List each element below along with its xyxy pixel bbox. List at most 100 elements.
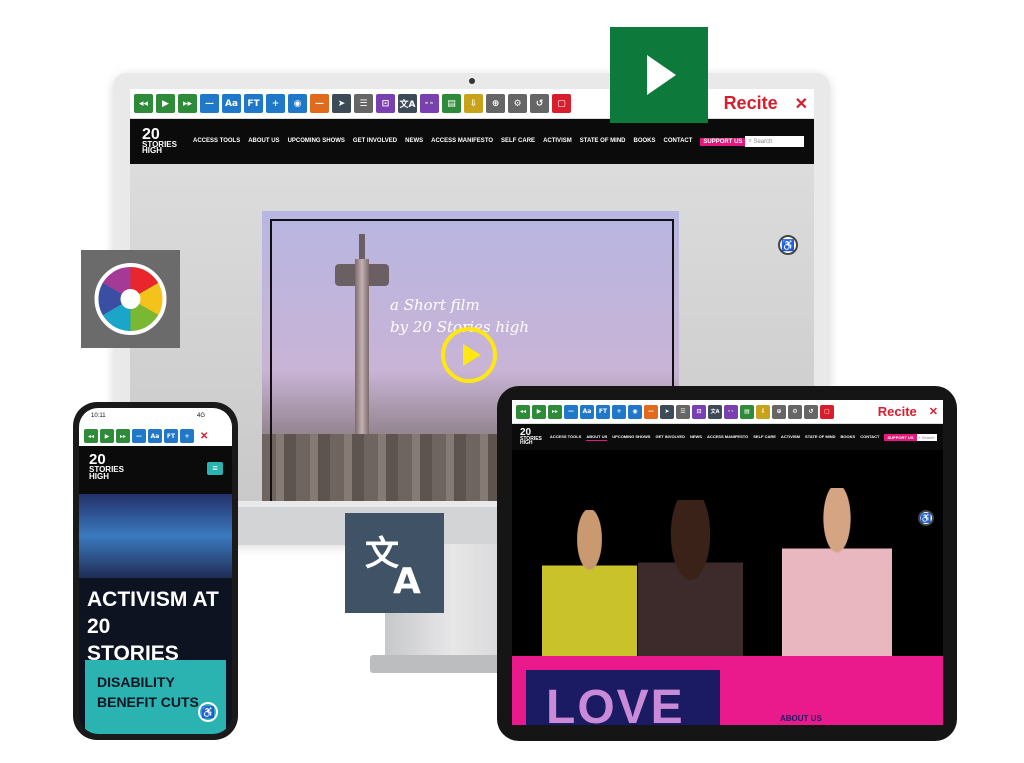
ipad-exit-button[interactable]: ▢: [820, 404, 834, 419]
ipad-site-header: 20 STORIES HIGH ACCESS TOOLS ABOUT US UP…: [512, 424, 943, 450]
nav-news[interactable]: NEWS: [405, 138, 423, 146]
search-input[interactable]: ⌕ Search: [745, 136, 804, 147]
nav-access-manifesto[interactable]: ACCESS MANIFESTO: [431, 138, 493, 146]
ipad-color-wheel-button[interactable]: ◉: [628, 404, 642, 419]
ipad-reading-glasses-button[interactable]: 👓: [724, 404, 738, 419]
ipad-search-input[interactable]: ⌕ Search: [916, 433, 937, 441]
ipad-reset-button[interactable]: ↺: [804, 404, 818, 419]
nav-books[interactable]: BOOKS: [634, 138, 656, 146]
ipad-dictionary-button[interactable]: ⊡: [692, 404, 706, 419]
ipad-font-type-button[interactable]: FT: [596, 404, 610, 419]
site-logo[interactable]: 20 STORIES HIGH: [142, 127, 177, 155]
margins-button[interactable]: —: [310, 94, 329, 113]
color-wheel-icon: [94, 263, 167, 335]
ipad-recite-logo: Recite: [877, 404, 917, 419]
translate-button[interactable]: 文A: [398, 94, 417, 113]
color-wheel-button[interactable]: ◉: [288, 94, 307, 113]
ipad-nav-upcoming-shows[interactable]: UPCOMING SHOWS: [612, 434, 650, 441]
accessibility-icon[interactable]: ♿: [778, 235, 798, 255]
ipad-settings-button[interactable]: ⚙: [788, 404, 802, 419]
ipad-play-button[interactable]: ▶: [532, 404, 546, 419]
ipad-ruler-button[interactable]: ☰: [676, 404, 690, 419]
hamburger-menu-icon[interactable]: ≡: [207, 462, 223, 475]
ipad-text-only-button[interactable]: ▤: [740, 404, 754, 419]
ipad-nav-activism[interactable]: ACTIVISM: [781, 434, 800, 441]
phone-text-size-button[interactable]: Aa: [148, 429, 162, 443]
phone-site-logo[interactable]: 20 STORIES HIGH: [89, 452, 124, 480]
increase-text-button[interactable]: +: [266, 94, 285, 113]
nav-access-tools[interactable]: ACCESS TOOLS: [193, 138, 240, 146]
phone-close-icon[interactable]: ✕: [200, 431, 208, 442]
ipad-rewind-button[interactable]: ◂◂: [516, 404, 530, 419]
ipad-support-us-button[interactable]: SUPPORT US: [884, 433, 917, 441]
settings-button[interactable]: ⚙: [508, 94, 527, 113]
play-button[interactable]: ▶: [156, 94, 175, 113]
ipad-hero-photo: ♿: [512, 450, 943, 656]
nav-state-of-mind[interactable]: STATE OF MIND: [580, 138, 626, 146]
nav-contact[interactable]: CONTACT: [664, 138, 693, 146]
ipad-pink-band: LOVE ABOUT US: [512, 656, 943, 725]
translate-badge: 文 A: [345, 513, 444, 613]
ipad-nav-self-care[interactable]: SELF CARE: [753, 434, 776, 441]
phone-decrease-text-button[interactable]: —: [132, 429, 146, 443]
phone-play-button[interactable]: ▶: [100, 429, 114, 443]
font-type-button[interactable]: FT: [244, 94, 263, 113]
performer-center: [638, 500, 743, 656]
svg-text:A: A: [393, 561, 421, 602]
phone-status-bar: 10:11 4G: [79, 408, 232, 426]
text-size-button[interactable]: Aa: [222, 94, 241, 113]
ipad-download-button[interactable]: ⇩: [756, 404, 770, 419]
play-icon: [647, 55, 676, 95]
ipad-about-label[interactable]: ABOUT US: [780, 714, 822, 723]
phone-font-type-button[interactable]: FT: [164, 429, 178, 443]
cursor-button[interactable]: ➤: [332, 94, 351, 113]
ipad-forward-button[interactable]: ▸▸: [548, 404, 562, 419]
forward-button[interactable]: ▸▸: [178, 94, 197, 113]
ipad-cursor-button[interactable]: ➤: [660, 404, 674, 419]
close-icon[interactable]: ✕: [795, 94, 808, 114]
ipad-nav-access-tools[interactable]: ACCESS TOOLS: [550, 434, 582, 441]
phone-card[interactable]: DISABILITY BENEFIT CUTS ♿: [85, 660, 226, 734]
ipad-decrease-text-button[interactable]: —: [564, 404, 578, 419]
ipad-increase-text-button[interactable]: +: [612, 404, 626, 419]
ipad-nav-get-involved[interactable]: GET INVOLVED: [655, 434, 684, 441]
phone-accessibility-icon[interactable]: ♿: [198, 702, 218, 722]
reset-button[interactable]: ↺: [530, 94, 549, 113]
magnifier-button[interactable]: ⊕: [486, 94, 505, 113]
exit-button[interactable]: ▢: [552, 94, 571, 113]
main-nav: ACCESS TOOLS ABOUT US UPCOMING SHOWS GET…: [193, 137, 746, 146]
nav-self-care[interactable]: SELF CARE: [501, 138, 535, 146]
rewind-button[interactable]: ◂◂: [134, 94, 153, 113]
reading-glasses-button[interactable]: 👓: [420, 94, 439, 113]
phone-rewind-button[interactable]: ◂◂: [84, 429, 98, 443]
nav-activism[interactable]: ACTIVISM: [543, 138, 572, 146]
phone-increase-text-button[interactable]: +: [180, 429, 194, 443]
nav-about-us[interactable]: ABOUT US: [248, 138, 279, 146]
ipad-nav-access-manifesto[interactable]: ACCESS MANIFESTO: [707, 434, 748, 441]
ipad-nav-contact[interactable]: CONTACT: [860, 434, 879, 441]
ipad-accessibility-icon[interactable]: ♿: [918, 510, 934, 526]
ipad-magnifier-button[interactable]: ⊕: [772, 404, 786, 419]
video-play-button[interactable]: [441, 327, 497, 383]
ipad-margins-button[interactable]: —: [644, 404, 658, 419]
support-us-button[interactable]: SUPPORT US: [700, 137, 746, 146]
nav-upcoming-shows[interactable]: UPCOMING SHOWS: [288, 138, 345, 146]
ipad-close-icon[interactable]: ✕: [929, 405, 938, 418]
nav-get-involved[interactable]: GET INVOLVED: [353, 138, 397, 146]
ruler-button[interactable]: ☰: [354, 94, 373, 113]
ipad-nav-books[interactable]: BOOKS: [841, 434, 856, 441]
phone-forward-button[interactable]: ▸▸: [116, 429, 130, 443]
recite-toolbar: ◂◂ ▶ ▸▸ — Aa FT + ◉ — ➤ ☰ ⊡ 文A 👓 ▤ ⇩ ⊕ ⚙…: [130, 89, 814, 119]
recite-logo: Recite: [723, 93, 778, 113]
play-icon: [463, 344, 481, 366]
ipad-translate-button[interactable]: 文A: [708, 404, 722, 419]
dictionary-button[interactable]: ⊡: [376, 94, 395, 113]
ipad-site-logo[interactable]: 20 STORIES HIGH: [520, 427, 542, 446]
text-only-button[interactable]: ▤: [442, 94, 461, 113]
decrease-text-button[interactable]: —: [200, 94, 219, 113]
ipad-text-size-button[interactable]: Aa: [580, 404, 594, 419]
download-button[interactable]: ⇩: [464, 94, 483, 113]
ipad-nav-about-us[interactable]: ABOUT US: [586, 434, 608, 441]
ipad-nav-news[interactable]: NEWS: [690, 434, 702, 441]
ipad-nav-state-of-mind[interactable]: STATE OF MIND: [805, 434, 836, 441]
